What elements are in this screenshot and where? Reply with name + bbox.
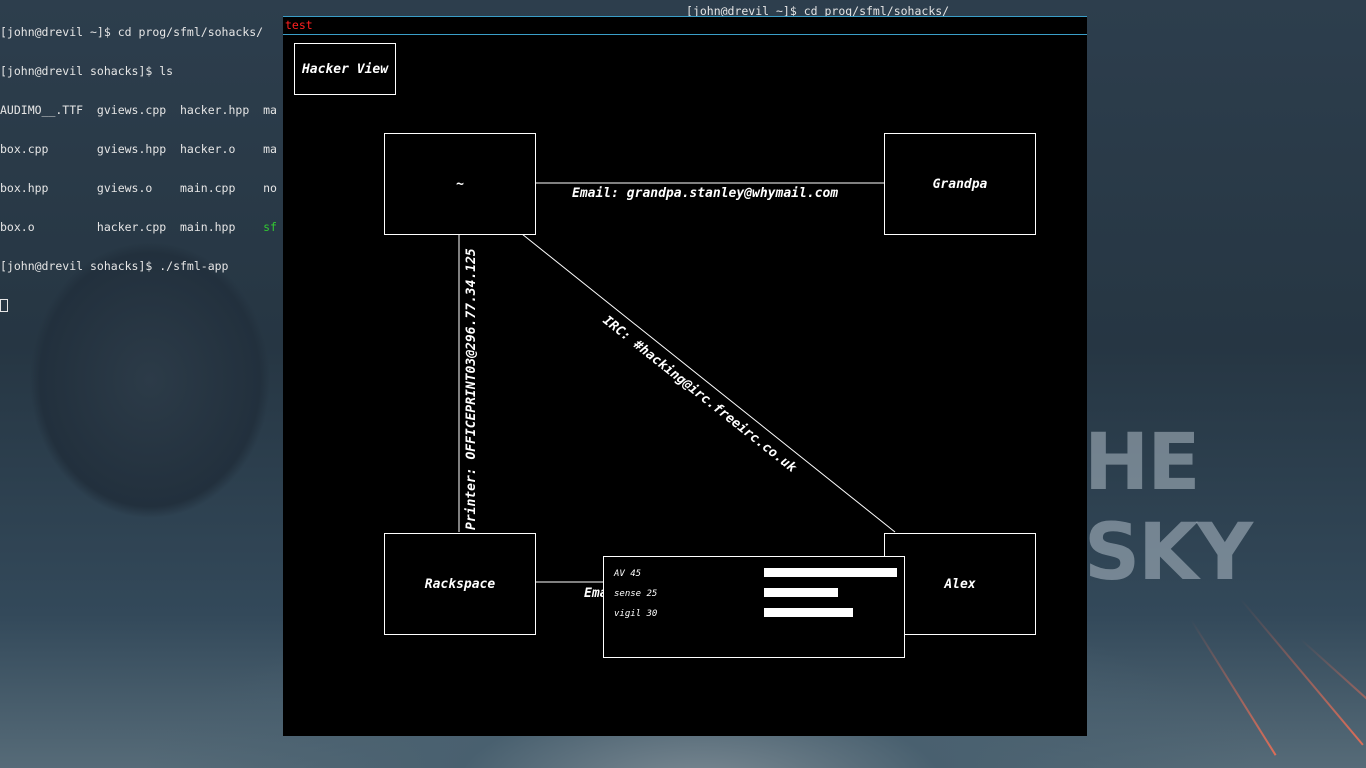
edge-home-alex bbox=[521, 233, 896, 533]
stat-label-vigil: vigil 30 bbox=[614, 609, 658, 619]
hacker-view-button[interactable]: Hacker View bbox=[294, 43, 396, 95]
app-window[interactable]: test Hacker View ~ Grandpa Rackspace Ale… bbox=[283, 16, 1087, 736]
terminal-executable-name: sf bbox=[263, 221, 277, 234]
terminal-line: AUDIMO__.TTF gviews.cpp hacker.hpp ma bbox=[0, 104, 277, 117]
stat-bar-vigil bbox=[764, 608, 853, 617]
edge-label-email: Email: grandpa.stanley@whymail.com bbox=[572, 186, 839, 201]
node-home[interactable]: ~ bbox=[384, 133, 536, 235]
terminal[interactable]: [john@drevil ~]$ cd prog/sfml/sohacks/ [… bbox=[0, 0, 283, 312]
terminal-cursor-line bbox=[0, 299, 283, 312]
terminal-line: [john@drevil ~]$ cd prog/sfml/sohacks/ bbox=[0, 26, 264, 39]
hacker-graph-canvas[interactable]: Hacker View ~ Grandpa Rackspace Alex Ema… bbox=[283, 16, 1087, 736]
stats-panel: AV 45 sense 25 vigil 30 bbox=[603, 556, 905, 658]
stat-bar-av bbox=[764, 568, 897, 577]
terminal-line-text: box.o hacker.cpp main.hpp bbox=[0, 221, 264, 234]
stat-bar-sense bbox=[764, 588, 838, 597]
terminal-line: [john@drevil sohacks]$ ls bbox=[0, 65, 174, 78]
node-alex[interactable]: Alex bbox=[884, 533, 1036, 635]
edge-label-printer: Printer: OFFICEPRINT03@296.77.34.125 bbox=[464, 248, 479, 530]
terminal-line: box.o hacker.cpp main.hpp sf bbox=[0, 221, 283, 234]
terminal-cursor bbox=[0, 299, 8, 312]
terminal-line: box.cpp gviews.hpp hacker.o ma bbox=[0, 143, 277, 156]
node-grandpa[interactable]: Grandpa bbox=[884, 133, 1036, 235]
stat-label-av: AV 45 bbox=[614, 569, 642, 579]
stat-label-sense: sense 25 bbox=[614, 589, 658, 599]
terminal-line: [john@drevil sohacks]$ ./sfml-app bbox=[0, 260, 229, 273]
terminal-line: box.hpp gviews.o main.cpp no bbox=[0, 182, 277, 195]
wallpaper-text: HE SKY bbox=[1084, 418, 1253, 598]
node-rackspace[interactable]: Rackspace bbox=[384, 533, 536, 635]
